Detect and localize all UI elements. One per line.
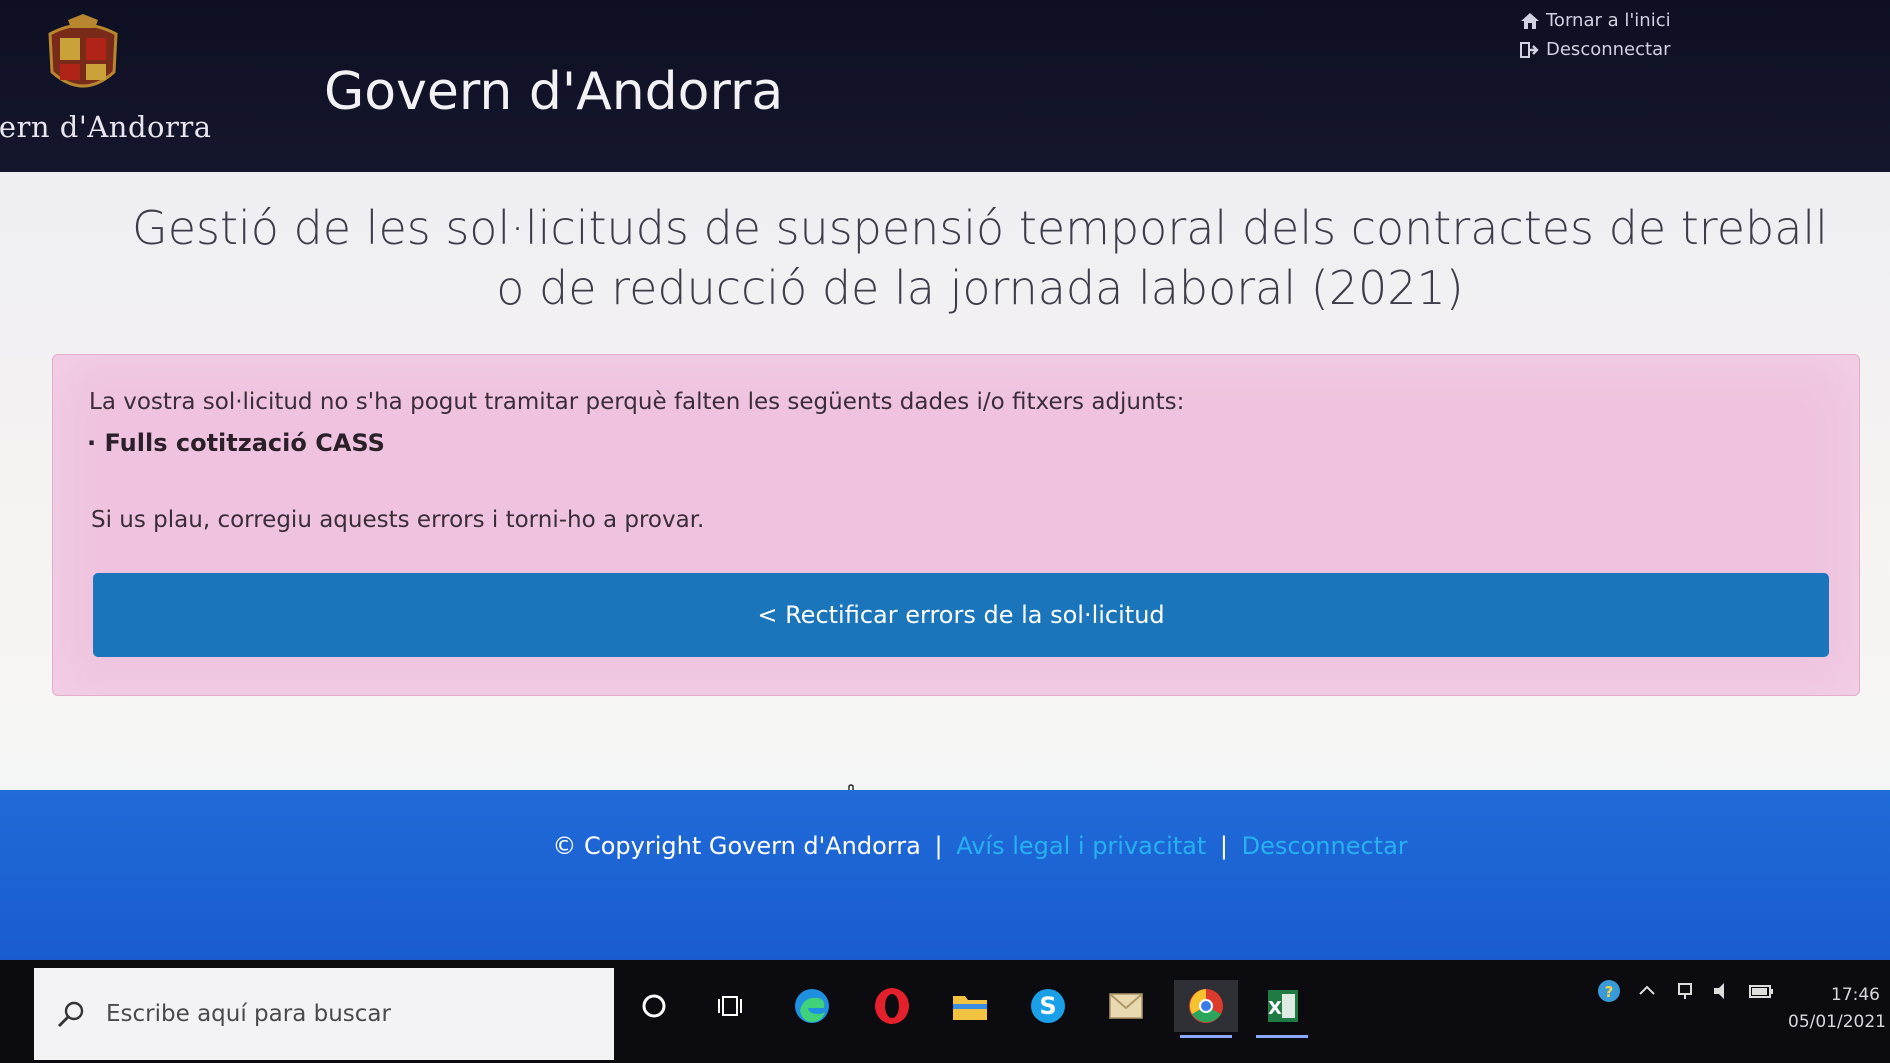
svg-text:X: X [1268, 998, 1282, 1019]
rectify-errors-button-label: < Rectificar errors de la sol·licitud [757, 601, 1165, 629]
footer-logout-link[interactable]: Desconnectar [1242, 832, 1408, 860]
chrome-browser-icon[interactable] [1174, 980, 1238, 1038]
top-links: Tornar a l'inici Desconnectar [1520, 6, 1671, 64]
site-footer: © Copyright Govern d'Andorra | Avís lega… [0, 790, 1890, 970]
missing-item: · Fulls cotització CASS [87, 429, 385, 457]
opera-browser-icon[interactable] [866, 980, 918, 1032]
footer-separator-2: | [1219, 832, 1228, 860]
home-link-label: Tornar a l'inici [1546, 10, 1671, 31]
logout-icon [1520, 41, 1539, 58]
clock-time: 17:46 [1831, 985, 1880, 1005]
taskbar-clock[interactable]: 17:46 05/01/2021 [1788, 982, 1886, 1036]
taskbar-search-box[interactable] [34, 968, 614, 1060]
error-alert: La vostra sol·licitud no s'ha pogut tram… [52, 354, 1860, 696]
mail-app-icon[interactable] [1100, 980, 1152, 1032]
andorra-crest-icon [48, 14, 118, 88]
footer-text: © Copyright Govern d'Andorra | Avís lega… [0, 832, 1890, 860]
copyright-text: © Copyright Govern d'Andorra [552, 832, 921, 860]
main-content: Gestió de les sol·licituds de suspensió … [0, 172, 1890, 832]
help-icon[interactable]: ? [1596, 978, 1622, 1004]
home-link[interactable]: Tornar a l'inici [1520, 6, 1671, 35]
excel-icon[interactable]: X [1250, 980, 1314, 1038]
logout-link-label: Desconnectar [1546, 39, 1671, 60]
home-icon [1521, 12, 1539, 29]
site-header: vern d'Andorra Govern d'Andorra Tornar a… [0, 0, 1890, 180]
help-text: Si us plau, corregiu aquests errors i to… [91, 507, 705, 533]
rectify-errors-button[interactable]: < Rectificar errors de la sol·licitud [93, 573, 1829, 657]
chevron-up-icon[interactable] [1634, 978, 1660, 1004]
site-title: Govern d'Andorra [324, 62, 784, 122]
file-explorer-icon[interactable] [944, 980, 996, 1032]
task-view-icon[interactable] [706, 980, 758, 1032]
footer-separator: | [934, 832, 943, 860]
legal-privacy-link[interactable]: Avís legal i privacitat [956, 832, 1206, 860]
logo-text: vern d'Andorra [0, 110, 212, 144]
page-title-line-1: Gestió de les sol·licituds de suspensió … [132, 201, 1828, 255]
page-title: Gestió de les sol·licituds de suspensió … [0, 198, 1890, 318]
windows-taskbar: S X [0, 960, 1890, 1063]
system-tray: ? [1596, 978, 1774, 1004]
screen: vern d'Andorra Govern d'Andorra Tornar a… [0, 0, 1890, 1063]
logout-link[interactable]: Desconnectar [1520, 35, 1671, 64]
svg-text:?: ? [1605, 983, 1614, 1001]
error-message: La vostra sol·licitud no s'ha pogut tram… [89, 389, 1185, 415]
svg-text:S: S [1039, 992, 1056, 1020]
taskbar-search-input[interactable] [104, 1000, 568, 1028]
search-icon [58, 1001, 84, 1027]
battery-icon[interactable] [1748, 978, 1774, 1004]
clock-date: 05/01/2021 [1788, 1012, 1886, 1032]
skype-icon[interactable]: S [1022, 980, 1074, 1032]
network-icon[interactable] [1672, 978, 1698, 1004]
cortana-icon[interactable] [628, 980, 680, 1032]
volume-icon[interactable] [1710, 978, 1736, 1004]
edge-browser-icon[interactable] [786, 980, 838, 1032]
page-title-line-2: o de reducció de la jornada laboral (202… [496, 261, 1464, 315]
